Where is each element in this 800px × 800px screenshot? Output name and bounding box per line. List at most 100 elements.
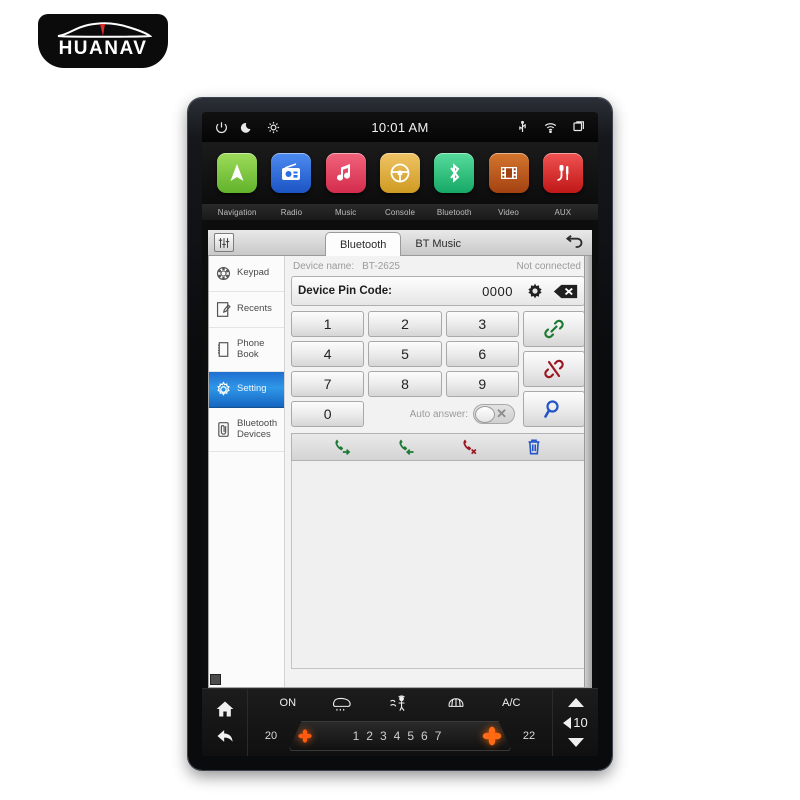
search-devices-button[interactable] (523, 391, 585, 427)
app-radio[interactable] (271, 153, 312, 193)
key-6[interactable]: 6 (445, 341, 519, 367)
app-navigation[interactable] (217, 153, 258, 193)
temperature-right[interactable]: 22 (516, 730, 542, 742)
triangle-down-icon[interactable] (567, 738, 584, 747)
incoming-calls-button[interactable] (395, 436, 417, 458)
equalizer-button[interactable] (214, 233, 234, 252)
gear-icon (215, 380, 232, 399)
missed-calls-button[interactable] (459, 436, 481, 458)
airflow-person-button[interactable] (388, 692, 410, 714)
radio-icon (282, 163, 301, 180)
sidebar-item-phone-book[interactable]: Phone Book (209, 328, 284, 372)
fan-num-3: 3 (379, 729, 387, 743)
missed-call-icon (463, 439, 477, 455)
key-8[interactable]: 8 (368, 371, 442, 397)
navigation-arrow-icon (230, 164, 244, 181)
rear-defrost-button[interactable] (445, 692, 467, 714)
app-console[interactable] (379, 153, 420, 193)
backspace-icon[interactable] (553, 283, 578, 300)
key-9[interactable]: 9 (445, 371, 519, 397)
fan-num-5: 5 (407, 729, 415, 743)
bluetooth-settings-content: Device name: BT-2625 Not connected Devic… (285, 256, 591, 687)
auto-answer-control: Auto answer: ✕ (368, 401, 519, 427)
triangle-up-icon[interactable] (567, 698, 584, 707)
sidebar-item-bluetooth-devices[interactable]: Bluetooth Devices (209, 408, 284, 452)
equalizer-icon (218, 237, 230, 248)
climate-power-label[interactable]: ON (280, 692, 297, 714)
app-label-radio: Radio (280, 207, 303, 217)
key-7[interactable]: 7 (291, 371, 365, 397)
connection-status: Not connected (516, 260, 582, 272)
volume-control-column: 10 (552, 689, 598, 756)
huanav-logo: HUANAV (38, 14, 168, 68)
connect-button[interactable] (523, 311, 585, 347)
status-bar: 10:01 AM (202, 112, 598, 142)
fan-speed-display[interactable]: 1 2 3 4 5 6 7 (288, 721, 512, 751)
key-2[interactable]: 2 (368, 311, 442, 337)
usb-icon (519, 120, 526, 132)
fan-num-2: 2 (366, 729, 373, 743)
back-arrow-icon[interactable] (564, 232, 584, 252)
app-music[interactable] (325, 153, 366, 193)
film-strip-icon (500, 167, 517, 179)
auto-answer-toggle[interactable]: ✕ (473, 404, 515, 424)
app-label-music: Music (335, 207, 357, 217)
pin-code-value: 0000 (482, 283, 513, 299)
tab-bt-music[interactable]: BT Music (401, 233, 475, 255)
fan-num-7: 7 (434, 729, 442, 743)
navigation-buttons-column (202, 689, 248, 756)
keypad-area: 1 2 3 4 5 6 7 8 9 0 Auto answer: ✕ (291, 311, 585, 427)
call-log-list[interactable] (291, 461, 585, 669)
volume-level[interactable]: 10 (563, 715, 588, 730)
search-magnifier-icon (544, 400, 559, 418)
number-keys-grid: 1 2 3 4 5 6 7 8 9 0 Auto answer: ✕ (291, 311, 519, 427)
music-note-icon (336, 164, 350, 181)
app-labels-row: Navigation Radio Music Console Bluetooth… (202, 204, 598, 220)
front-defrost-icon (333, 697, 351, 711)
app-label-console: Console (384, 207, 416, 217)
tab-bar: Bluetooth BT Music (208, 230, 592, 256)
sidebar-label-bluetooth-devices: Bluetooth Devices (237, 418, 278, 440)
volume-value: 10 (573, 715, 588, 730)
front-defrost-button[interactable] (331, 692, 353, 714)
recents-note-icon (215, 300, 232, 319)
moon-icon[interactable] (240, 120, 255, 135)
key-5[interactable]: 5 (368, 341, 442, 367)
head-unit-device: 10:01 AM Navigation Radio Music Console … (188, 98, 612, 770)
key-0[interactable]: 0 (291, 401, 365, 427)
fan-num-1: 1 (352, 729, 360, 743)
window-scrollbar[interactable] (584, 256, 591, 687)
key-3[interactable]: 3 (445, 311, 519, 337)
auto-answer-label: Auto answer: (409, 408, 468, 420)
home-icon[interactable] (215, 699, 235, 719)
steering-wheel-icon (390, 163, 410, 183)
outgoing-call-icon (335, 439, 351, 455)
sidebar-item-setting[interactable]: Setting (209, 372, 284, 408)
brightness-icon[interactable] (266, 120, 281, 135)
sidebar-item-recents[interactable]: Recents (209, 292, 284, 328)
ac-label[interactable]: A/C (502, 692, 520, 714)
outgoing-calls-button[interactable] (331, 436, 353, 458)
temperature-left[interactable]: 20 (258, 730, 284, 742)
app-label-navigation: Navigation (217, 207, 257, 217)
corner-resize-icon[interactable] (210, 674, 221, 685)
bluetooth-app-window: Bluetooth BT Music Keypad Recents Phone … (208, 230, 592, 688)
delete-calls-button[interactable] (523, 436, 545, 458)
app-video[interactable] (488, 153, 529, 193)
key-4[interactable]: 4 (291, 341, 365, 367)
wifi-icon (544, 122, 557, 133)
app-bluetooth[interactable] (434, 153, 475, 193)
key-1[interactable]: 1 (291, 311, 365, 337)
pin-code-row: Device Pin Code: 0000 (291, 276, 585, 306)
app-aux[interactable] (542, 153, 583, 193)
power-icon[interactable] (214, 120, 229, 135)
back-arrow-icon[interactable] (215, 726, 235, 746)
toggle-off-mark: ✕ (496, 406, 507, 421)
recent-apps-icon[interactable] (571, 120, 586, 135)
disconnect-button[interactable] (523, 351, 585, 387)
bluetooth-sidebar: Keypad Recents Phone Book Setting Blueto… (209, 256, 285, 687)
tab-bluetooth[interactable]: Bluetooth (324, 232, 402, 256)
bluetooth-action-buttons (523, 311, 585, 427)
gear-icon[interactable] (525, 281, 545, 301)
sidebar-item-keypad[interactable]: Keypad (209, 256, 284, 292)
